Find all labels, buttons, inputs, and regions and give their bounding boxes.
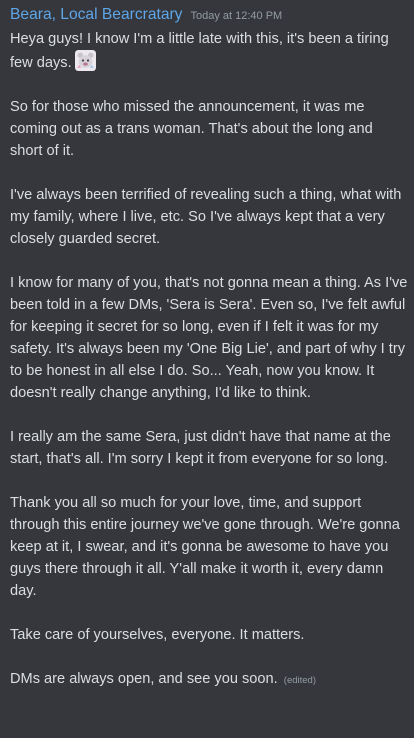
paragraph-text: Heya guys! I know I'm a little late with… [10,31,389,71]
chat-message: Beara, Local Bearcratary Today at 12:40 … [0,0,414,738]
message-paragraph: So for those who missed the announcement… [10,99,373,159]
message-timestamp[interactable]: Today at 12:40 PM [190,10,282,22]
edited-label[interactable]: (edited) [284,675,316,686]
message-paragraph: Heya guys! I know I'm a little late with… [10,28,408,74]
message-paragraph: Thank you all so much for your love, tim… [10,495,400,599]
message-content: Heya guys! I know I'm a little late with… [10,28,408,692]
message-paragraph: Take care of yourselves, everyone. It ma… [10,627,305,643]
sparkly-bear-emoji-icon[interactable] [74,50,96,71]
author-username[interactable]: Beara, Local Bearcratary [10,6,182,24]
paragraph-text: DMs are always open, and see you soon. [10,671,278,687]
message-paragraph: I've always been terrified of revealing … [10,187,402,247]
message-header: Beara, Local Bearcratary Today at 12:40 … [10,6,408,28]
message-paragraph: I really am the same Sera, just didn't h… [10,429,391,467]
message-paragraph: I know for many of you, that's not gonna… [10,275,408,401]
message-paragraph: DMs are always open, and see you soon. (… [10,668,408,692]
